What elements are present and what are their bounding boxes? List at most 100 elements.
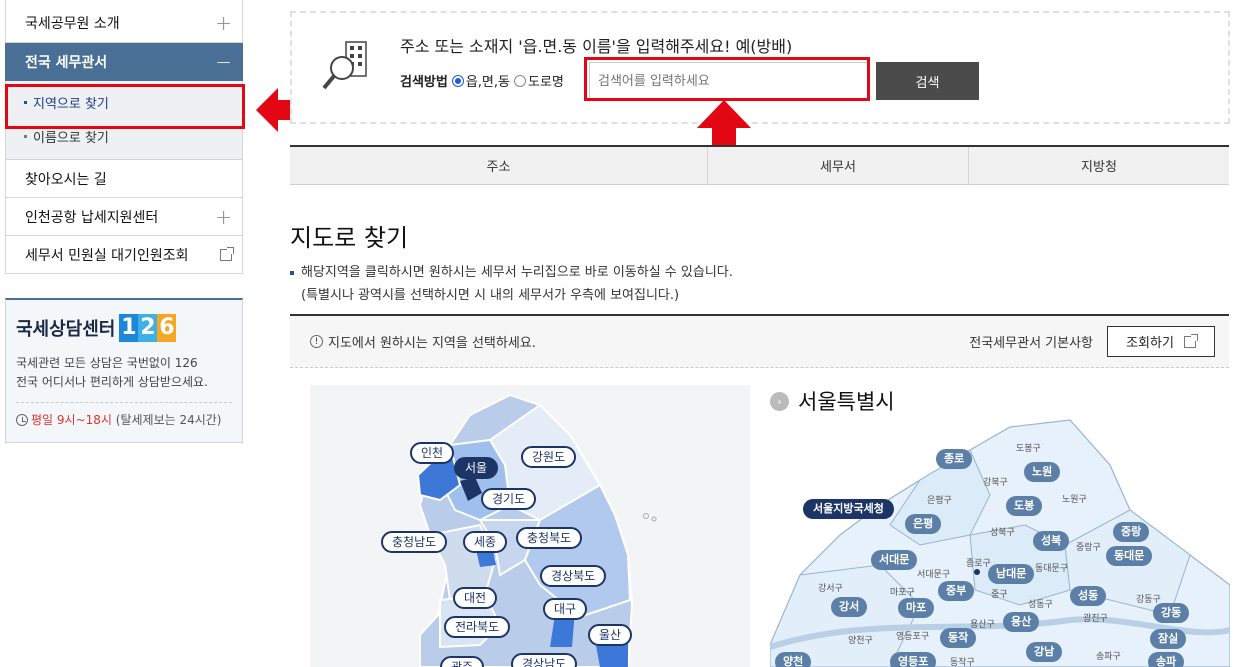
sidebar-item-directions[interactable]: 찾아오시는 길 [5,160,243,198]
office-eunpyeong[interactable]: 은평 [905,514,942,534]
hours-note: (탈세제보는 24시간) [115,413,222,427]
gu-label: 양천구 [848,636,873,646]
search-button[interactable]: 검색 [876,62,979,100]
highlight-box-search [584,57,870,101]
region-jeonbuk[interactable]: 전라북도 [444,616,511,638]
office-dongjak[interactable]: 동작 [940,628,977,648]
office-yeongdeungpo[interactable]: 영등포 [890,652,937,667]
seoul-title-text: 서울특별시 [798,390,895,414]
office-nowon[interactable]: 노원 [1024,462,1061,482]
gu-label: 서대문구 [917,570,951,580]
sidebar-item-offices[interactable]: 전국 세무관서 − [5,43,243,81]
call-desc-line: 전국 어디서나 편리하게 상담받으세요. [16,375,208,389]
region-gyeonggi[interactable]: 경기도 [481,488,537,510]
chevron-right-icon: › [770,391,789,411]
region-ulsan[interactable]: 울산 [588,624,633,646]
gu-label: 영등포구 [896,632,930,642]
gu-label: 강북구 [983,478,1008,488]
office-seongbuk[interactable]: 성북 [1033,531,1070,551]
call-center-title: 국세상담센터 1 2 6 [16,314,232,342]
gu-label: 은평구 [927,496,952,506]
office-yangcheon[interactable]: 양천 [775,652,812,667]
seoul-map: 종로 노원 도봉 은평 성북 중랑 동대문 서대문 남대문 중부 마포 성동 강… [770,415,1230,667]
office-gangnam[interactable]: 강남 [1026,642,1063,662]
sidebar-item-label: 찾아오시는 길 [25,171,107,188]
office-dongdaemun[interactable]: 동대문 [1106,546,1153,566]
sidebar: 국세공무원 소개 + 전국 세무관서 − 지역으로 찾기 이름으로 찾기 찾아오… [5,0,243,274]
gu-label: 광진구 [1083,614,1108,624]
search-title: 주소 또는 소재지 '읍.면.동 이름'을 입력해주세요! 예(방배) [400,37,793,56]
office-jamsil[interactable]: 잠실 [1150,629,1187,649]
gu-label: 강동구 [1136,595,1161,605]
korea-map: 인천 서울 강원도 경기도 충청남도 세종 충청북도 경상북도 대전 대구 전라… [310,385,750,667]
office-yongsan[interactable]: 용산 [1003,612,1040,632]
office-seoul-hq[interactable]: 서울지방국세청 [803,499,894,519]
office-seodaemun[interactable]: 서대문 [871,550,918,570]
info-icon: ! [310,335,323,348]
gu-label: 종로구 [966,559,991,569]
gu-label: 용산구 [970,620,995,630]
region-incheon[interactable]: 인천 [410,442,455,464]
office-jungnang[interactable]: 중랑 [1113,522,1150,542]
map-toolbar: ! 지도에서 원하시는 지역을 선택하세요. 전국세무관서 기본사항 조회하기 [290,314,1229,368]
office-namdaemun[interactable]: 남대문 [988,564,1035,584]
gu-label: 동대문구 [1035,564,1069,574]
building-search-icon [322,41,367,90]
call-digit: 6 [157,314,177,342]
region-seoul[interactable]: 서울 [454,457,499,479]
gu-label: 도봉구 [1016,444,1041,454]
gu-label: 강서구 [818,584,843,594]
office-seongdong[interactable]: 성동 [1070,586,1107,606]
tab-address[interactable]: 주소 [290,147,708,185]
region-daejeon[interactable]: 대전 [453,587,498,609]
sidebar-item-label: 세무서 민원실 대기인원조회 [25,247,189,264]
page: { "sidebar": { "items": [ {"label": "국세공… [0,0,1243,667]
radio-eup-myeon-dong[interactable] [451,74,464,87]
view-button-label: 조회하기 [1126,336,1174,351]
sidebar-item-staff[interactable]: 국세공무원 소개 + [5,0,243,43]
call-hours: 평일 9시~18시 (탈세제보는 24시간) [16,402,232,428]
region-gangwon[interactable]: 강원도 [521,446,577,468]
call-digit: 1 [119,314,139,342]
call-center-name: 국세상담센터 [16,319,116,340]
tab-regional-office[interactable]: 지방청 [969,147,1229,185]
external-link-icon [220,246,234,261]
office-jongno[interactable]: 종로 [936,449,973,469]
region-chungnam[interactable]: 충청남도 [381,531,448,553]
plus-icon[interactable]: + [215,207,232,227]
region-daegu[interactable]: 대구 [543,598,588,620]
office-gangseo[interactable]: 강서 [831,597,868,617]
info-text: 해당지역을 클릭하시면 원하시는 세무서 누리집으로 바로 이동하실 수 있습니… [290,261,733,307]
view-button[interactable]: 조회하기 [1107,326,1215,357]
region-sejong[interactable]: 세종 [463,531,508,553]
region-chungbuk[interactable]: 충청북도 [516,527,583,549]
basics-label: 전국세무관서 기본사항 [969,336,1093,351]
minus-icon[interactable]: − [215,52,232,72]
tab-bar: 주소 세무서 지방청 [290,145,1229,185]
region-gwangju[interactable]: 광주 [440,656,485,667]
call-digit: 2 [138,314,158,342]
submenu-label: 이름으로 찾기 [33,130,109,146]
region-gyeongnam[interactable]: 경상남도 [511,653,578,667]
sidebar-item-label: 국세공무원 소개 [25,16,120,32]
highlight-box-region [5,84,245,129]
plus-icon[interactable]: + [215,13,232,33]
sidebar-item-label: 인천공항 납세지원센터 [25,209,159,226]
bullet-icon [290,270,294,275]
sidebar-item-airport-center[interactable]: 인천공항 납세지원센터 + [5,198,243,236]
gu-label: 중랑구 [1076,543,1101,553]
call-center-box: 국세상담센터 1 2 6 국세관련 모든 상담은 국번없이 126 전국 어디서… [5,298,243,443]
sidebar-item-waiting-lookup[interactable]: 세무서 민원실 대기인원조회 [5,236,243,274]
gu-label: 마포구 [890,588,915,598]
radio-label: 도로명 [528,75,564,90]
tab-tax-office[interactable]: 세무서 [708,147,969,185]
radio-label: 읍,면,동 [465,75,510,90]
region-gyeongbuk[interactable]: 경상북도 [540,565,607,587]
office-jung[interactable]: 중부 [938,581,975,601]
office-dobong[interactable]: 도봉 [1006,496,1043,516]
gu-label: 노원구 [1062,495,1087,505]
office-gangdong[interactable]: 강동 [1153,603,1190,623]
radio-road-name[interactable] [514,74,526,87]
office-mapo[interactable]: 마포 [898,598,935,618]
office-songpa[interactable]: 송파 [1148,652,1185,667]
